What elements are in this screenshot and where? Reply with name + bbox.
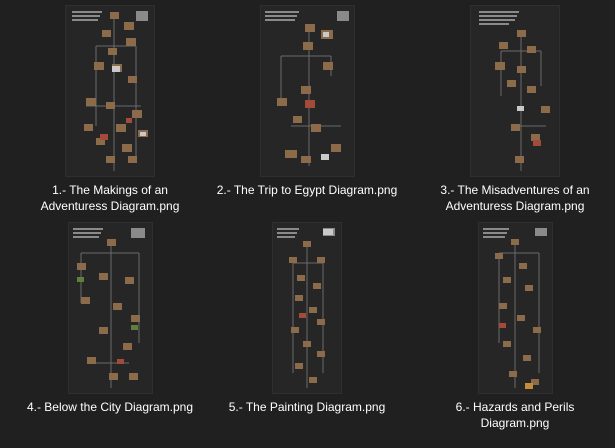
file-item-4[interactable]: 4.- Below the City Diagram.png [15, 222, 205, 415]
file-item-5[interactable]: 5.- The Painting Diagram.png [212, 222, 402, 415]
file-item-6[interactable]: 6.- Hazards and Perils Diagram.png [420, 222, 610, 431]
file-thumbnail-2 [259, 5, 355, 177]
file-name-line: 1.- The Makings of an [52, 183, 168, 197]
file-name-line: 4.- Below the City Diagram.png [26, 400, 194, 414]
file-name-5: 5.- The Painting Diagram.png [212, 399, 402, 415]
file-thumbnail-5 [272, 222, 342, 394]
file-thumbnail-3 [470, 5, 560, 177]
file-name-line: 2.- The Trip to Egypt Diagram.png [216, 183, 398, 197]
file-name-line: Adventuress Diagram.png [40, 199, 180, 213]
file-item-2[interactable]: 2.- The Trip to Egypt Diagram.png [212, 5, 402, 198]
file-name-line: Adventuress Diagram.png [445, 199, 585, 213]
file-name-4: 4.- Below the City Diagram.png [15, 399, 205, 415]
file-name-6: 6.- Hazards and Perils Diagram.png [420, 399, 610, 431]
file-name-line: Diagram.png [480, 416, 550, 430]
file-name-line: 5.- The Painting Diagram.png [228, 400, 386, 414]
file-item-1[interactable]: 1.- The Makings of an Adventuress Diagra… [15, 5, 205, 214]
file-name-line: 3.- The Misadventures of an [440, 183, 590, 197]
file-thumbnail-1 [65, 5, 155, 177]
diagram-preview-1 [72, 11, 148, 171]
diagram-preview-5 [277, 228, 335, 388]
file-thumbnail-4 [67, 222, 153, 394]
file-name-2: 2.- The Trip to Egypt Diagram.png [212, 182, 402, 198]
diagram-preview-3 [479, 11, 550, 171]
file-item-3[interactable]: 3.- The Misadventures of an Adventuress … [420, 5, 610, 214]
diagram-preview-6 [482, 228, 547, 389]
file-thumbnail-6 [477, 222, 553, 394]
file-grid: 1.- The Makings of an Adventuress Diagra… [0, 0, 615, 448]
file-name-1: 1.- The Makings of an Adventuress Diagra… [15, 182, 205, 214]
diagram-preview-2 [264, 11, 349, 166]
diagram-preview-4 [72, 228, 145, 388]
file-name-3: 3.- The Misadventures of an Adventuress … [420, 182, 610, 214]
file-name-line: 6.- Hazards and Perils [455, 400, 575, 414]
